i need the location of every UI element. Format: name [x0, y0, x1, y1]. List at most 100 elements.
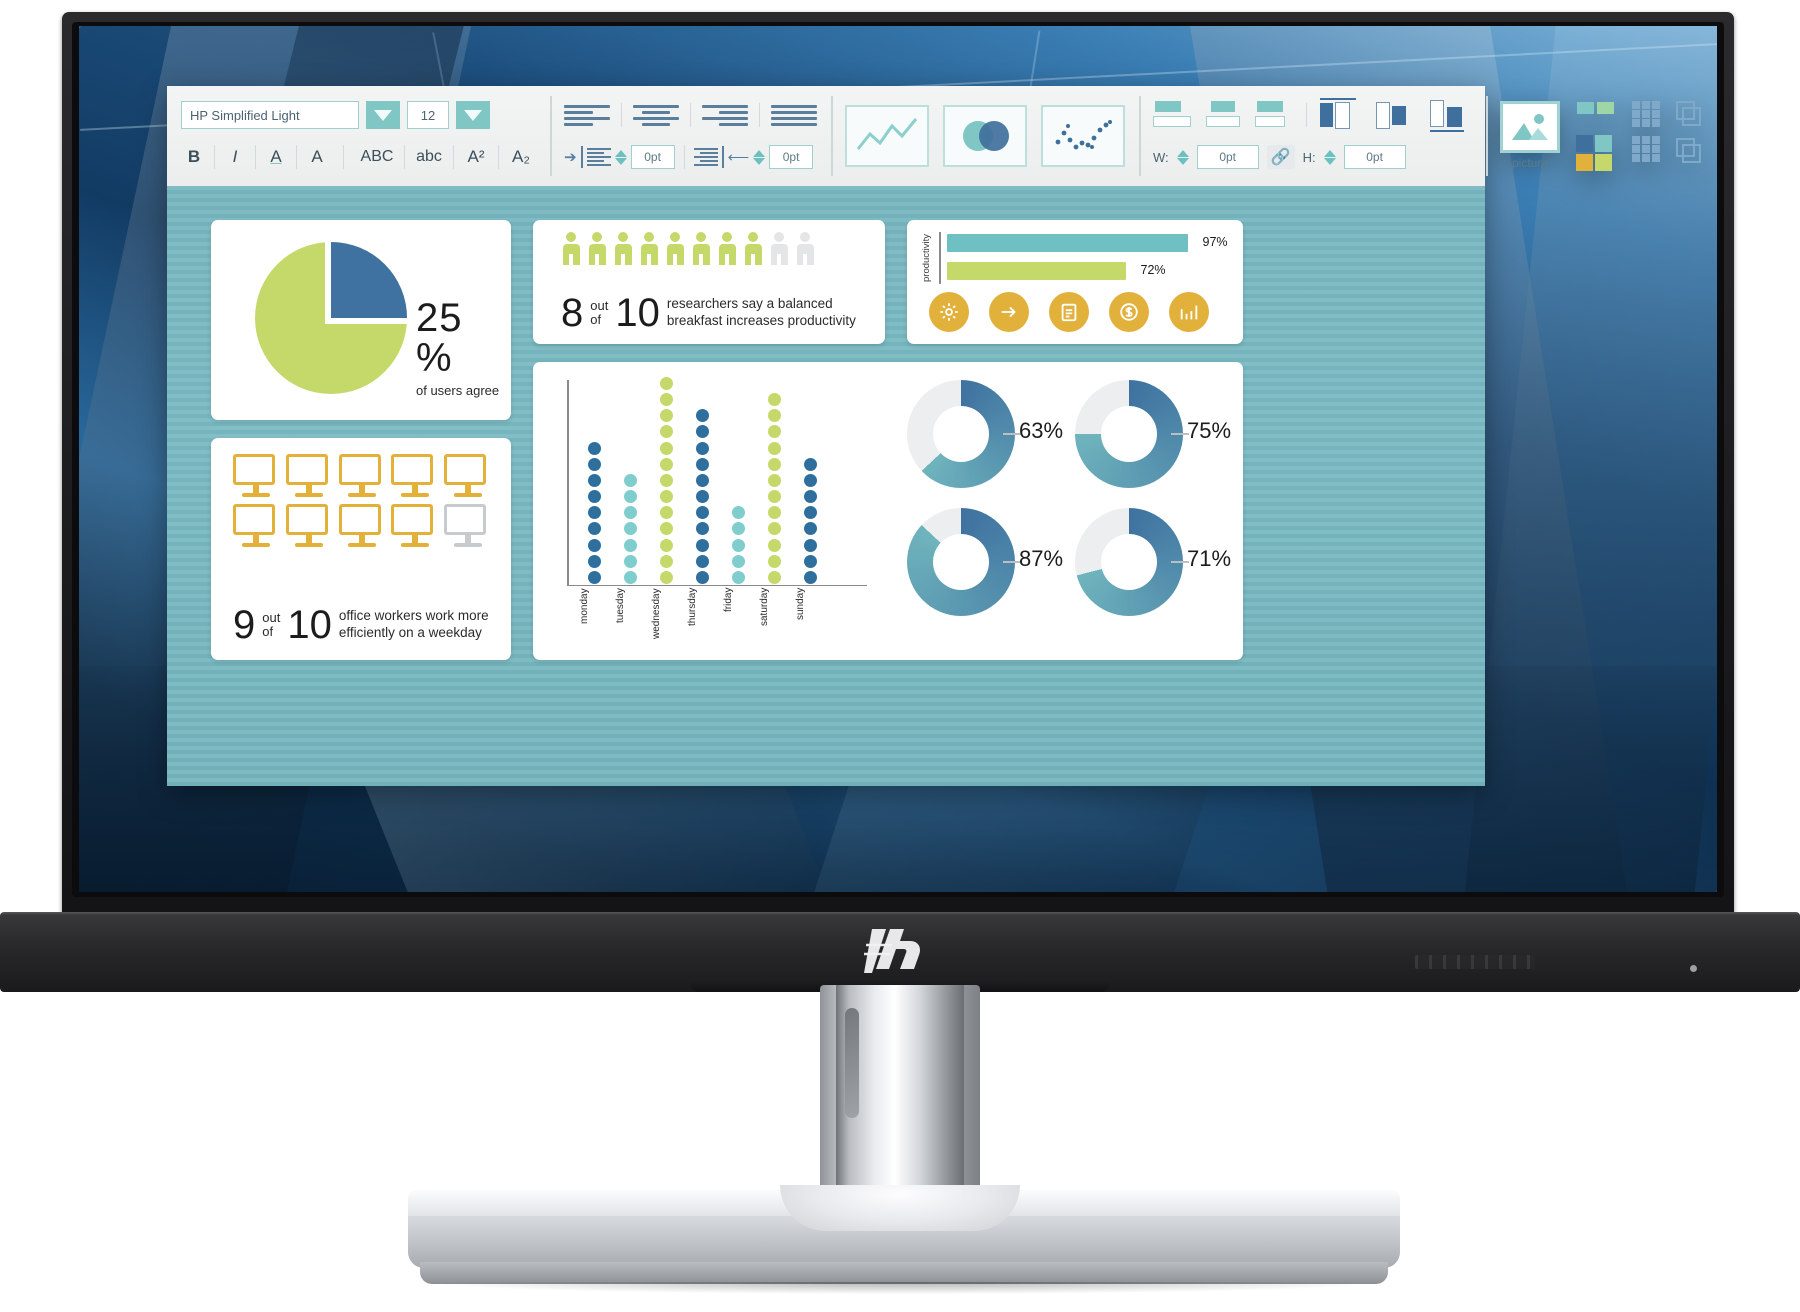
position-center-icon[interactable]	[1373, 98, 1417, 132]
height-input[interactable]: 0pt	[1343, 145, 1406, 169]
productivity-bar-2-value: 72%	[1140, 263, 1166, 277]
indent-right-stepper[interactable]	[753, 149, 766, 165]
people-stat-card[interactable]: 8 out of 10 researchers say a balanced b…	[533, 220, 885, 344]
align-left-icon[interactable]	[564, 100, 610, 130]
duplicate-icon[interactable]	[1676, 101, 1702, 127]
dollar-icon[interactable]	[1109, 292, 1149, 332]
text-wrap-top-icon[interactable]	[1153, 100, 1193, 130]
monitors-text-line2: efficiently on a weekday	[338, 625, 482, 641]
color-palette-icon[interactable]	[1576, 135, 1612, 171]
donut-chart: 71%	[1071, 506, 1231, 626]
person-icon-inactive	[795, 232, 815, 265]
clipboard-check-icon[interactable]	[1049, 292, 1089, 332]
width-stepper[interactable]	[1176, 149, 1189, 165]
day-label: friday	[723, 588, 734, 613]
italic-button[interactable]: I	[222, 144, 248, 170]
person-icon	[639, 232, 659, 265]
toolbar-group-font: HP Simplified Light 12 B I A A ABC abc A…	[167, 86, 550, 186]
donut-value: 87%	[1019, 546, 1064, 571]
indent-left-value[interactable]: 0pt	[630, 145, 675, 169]
align-center-icon[interactable]	[633, 100, 679, 130]
image-icon[interactable]	[1500, 101, 1560, 153]
pie-percent-caption: of users agree	[416, 383, 500, 398]
align-right-icon[interactable]	[702, 100, 748, 130]
arrow-left-icon: ⟵	[727, 149, 750, 166]
subscript-button[interactable]: A₂	[506, 144, 536, 170]
font-size-dropdown-icon[interactable]	[456, 101, 490, 129]
line-chart-icon[interactable]	[845, 105, 929, 167]
productivity-card[interactable]: productivity 97% 72%	[907, 220, 1243, 344]
people-text-line2: breakfast increases productivity	[666, 313, 856, 329]
analytics-card[interactable]: monday tuesday wednesday thursday friday satu…	[533, 362, 1243, 660]
people-numerator: 8	[561, 291, 584, 336]
indent-right-control[interactable]: ⟵ 0pt	[693, 145, 814, 169]
productivity-bar-1: 97%	[947, 234, 1228, 252]
text-wrap-bottom-icon[interactable]	[1255, 100, 1295, 130]
copy-icon[interactable]	[1676, 138, 1702, 164]
dot-column-chart: monday tuesday wednesday thursday friday satu…	[567, 376, 867, 639]
monitors-text-line1: office workers work more	[338, 608, 489, 624]
picture-caption: picture	[1511, 156, 1549, 170]
underline-button[interactable]: A	[263, 144, 289, 170]
width-label: W:	[1153, 149, 1169, 165]
align-justify-icon[interactable]	[771, 100, 817, 130]
person-icon	[717, 232, 737, 265]
person-icon	[561, 232, 581, 265]
donut-value: 63%	[1019, 418, 1064, 443]
productivity-axis-label: productivity	[921, 233, 932, 282]
pie-chart-card[interactable]: 25 % of users agree	[211, 220, 511, 420]
toolbar-group-charts	[831, 86, 1139, 186]
person-icon-inactive	[769, 232, 789, 265]
donut-chart: 63%	[903, 378, 1063, 498]
position-right-icon[interactable]	[1428, 98, 1472, 132]
slide-canvas[interactable]: 25 % of users agree 9 out of 10 office w…	[167, 186, 1485, 786]
width-input[interactable]: 0pt	[1196, 145, 1259, 169]
day-label: saturday	[759, 588, 770, 627]
superscript-button[interactable]: A²	[461, 144, 491, 170]
link-aspect-ratio-icon[interactable]: 🔗	[1266, 145, 1295, 169]
scatter-plot-icon[interactable]	[1041, 105, 1125, 167]
indent-right-value[interactable]: 0pt	[769, 145, 814, 169]
bold-button[interactable]: B	[181, 144, 207, 170]
font-name-dropdown-icon[interactable]	[366, 101, 400, 129]
arrow-right-icon: ➔	[564, 149, 577, 166]
pie-chart	[255, 242, 407, 394]
arrow-right-icon[interactable]	[989, 292, 1029, 332]
monitor-base-hub	[780, 1185, 1020, 1231]
monitor-icon	[285, 504, 333, 547]
monitors-stat-card[interactable]: 9 out of 10 office workers work more eff…	[211, 438, 511, 660]
people-out-label: out	[590, 298, 609, 314]
position-left-icon[interactable]	[1318, 98, 1362, 132]
monitor-icon	[391, 504, 438, 547]
table-icon[interactable]	[1632, 101, 1660, 127]
gear-icon[interactable]	[929, 292, 969, 332]
day-label: thursday	[687, 588, 698, 627]
productivity-bar-1-value: 97%	[1202, 235, 1228, 249]
indent-left-control[interactable]: ➔ 0pt	[564, 145, 675, 169]
text-wrap-middle-icon[interactable]	[1204, 100, 1244, 130]
lowercase-button[interactable]: abc	[412, 144, 446, 170]
height-stepper[interactable]	[1323, 149, 1336, 165]
monitor-icon-inactive	[444, 504, 491, 547]
monitor-icon	[233, 454, 280, 497]
font-size-input[interactable]: 12	[407, 101, 449, 129]
donut-chart: 87%	[903, 506, 1063, 626]
bar-chart-icon[interactable]	[1169, 292, 1209, 332]
productivity-icon-row	[929, 292, 1209, 332]
monitors-of-label: of	[262, 624, 274, 640]
text-color-button[interactable]: A	[304, 144, 330, 170]
font-name-input[interactable]: HP Simplified Light	[181, 101, 359, 129]
uppercase-button[interactable]: ABC	[357, 144, 397, 170]
productivity-bar-2: 72%	[947, 262, 1166, 280]
monitor-stand-slot	[845, 1008, 859, 1118]
pie-percent-value: 25 %	[416, 296, 463, 380]
people-denominator: 10	[615, 291, 660, 336]
person-icon	[691, 232, 711, 265]
indent-left-stepper[interactable]	[614, 149, 627, 165]
people-text-line1: researchers say a balanced	[666, 296, 833, 312]
toolbar-group-insert: picture	[1486, 86, 1716, 186]
shapes-icon[interactable]	[1576, 101, 1616, 129]
venn-diagram-icon[interactable]	[943, 105, 1027, 167]
day-label: tuesday	[615, 588, 626, 624]
table-grid-icon[interactable]	[1632, 136, 1660, 162]
